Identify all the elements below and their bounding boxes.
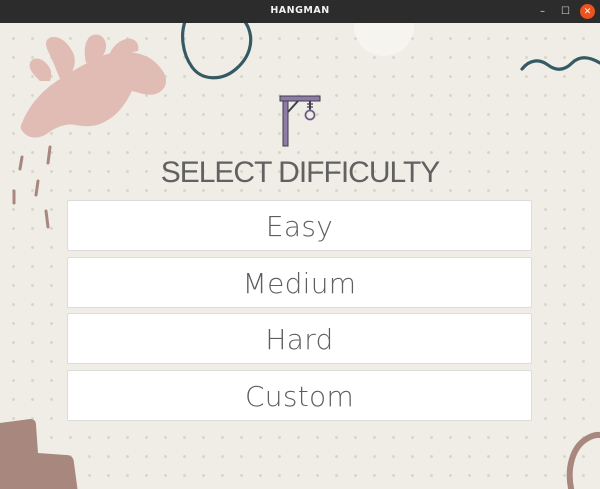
brown-arc-decoration (566, 431, 600, 489)
squiggle-decoration (181, 23, 253, 80)
maximize-button[interactable]: ☐ (558, 4, 573, 19)
medium-button[interactable]: Medium (67, 257, 532, 308)
page-title: SELECT DIFFICULTY (160, 156, 441, 189)
app-window: HANGMAN – ☐ ✕ SELECT DIFFICULTY Easy Med… (0, 0, 600, 489)
title-bar[interactable]: HANGMAN – ☐ ✕ (0, 0, 600, 23)
minimize-button[interactable]: – (535, 4, 550, 19)
leaf-decoration (20, 34, 166, 138)
wave-decoration (520, 56, 600, 71)
gallows-icon (278, 92, 322, 152)
pale-circle-decoration (354, 23, 414, 56)
main-content: SELECT DIFFICULTY Easy Medium Hard Custo… (0, 23, 600, 489)
brown-shape-decoration (0, 419, 78, 489)
hard-button[interactable]: Hard (67, 313, 532, 364)
easy-button[interactable]: Easy (67, 200, 532, 251)
custom-button[interactable]: Custom (67, 370, 532, 421)
close-button[interactable]: ✕ (580, 4, 595, 19)
window-title: HANGMAN (270, 5, 330, 16)
